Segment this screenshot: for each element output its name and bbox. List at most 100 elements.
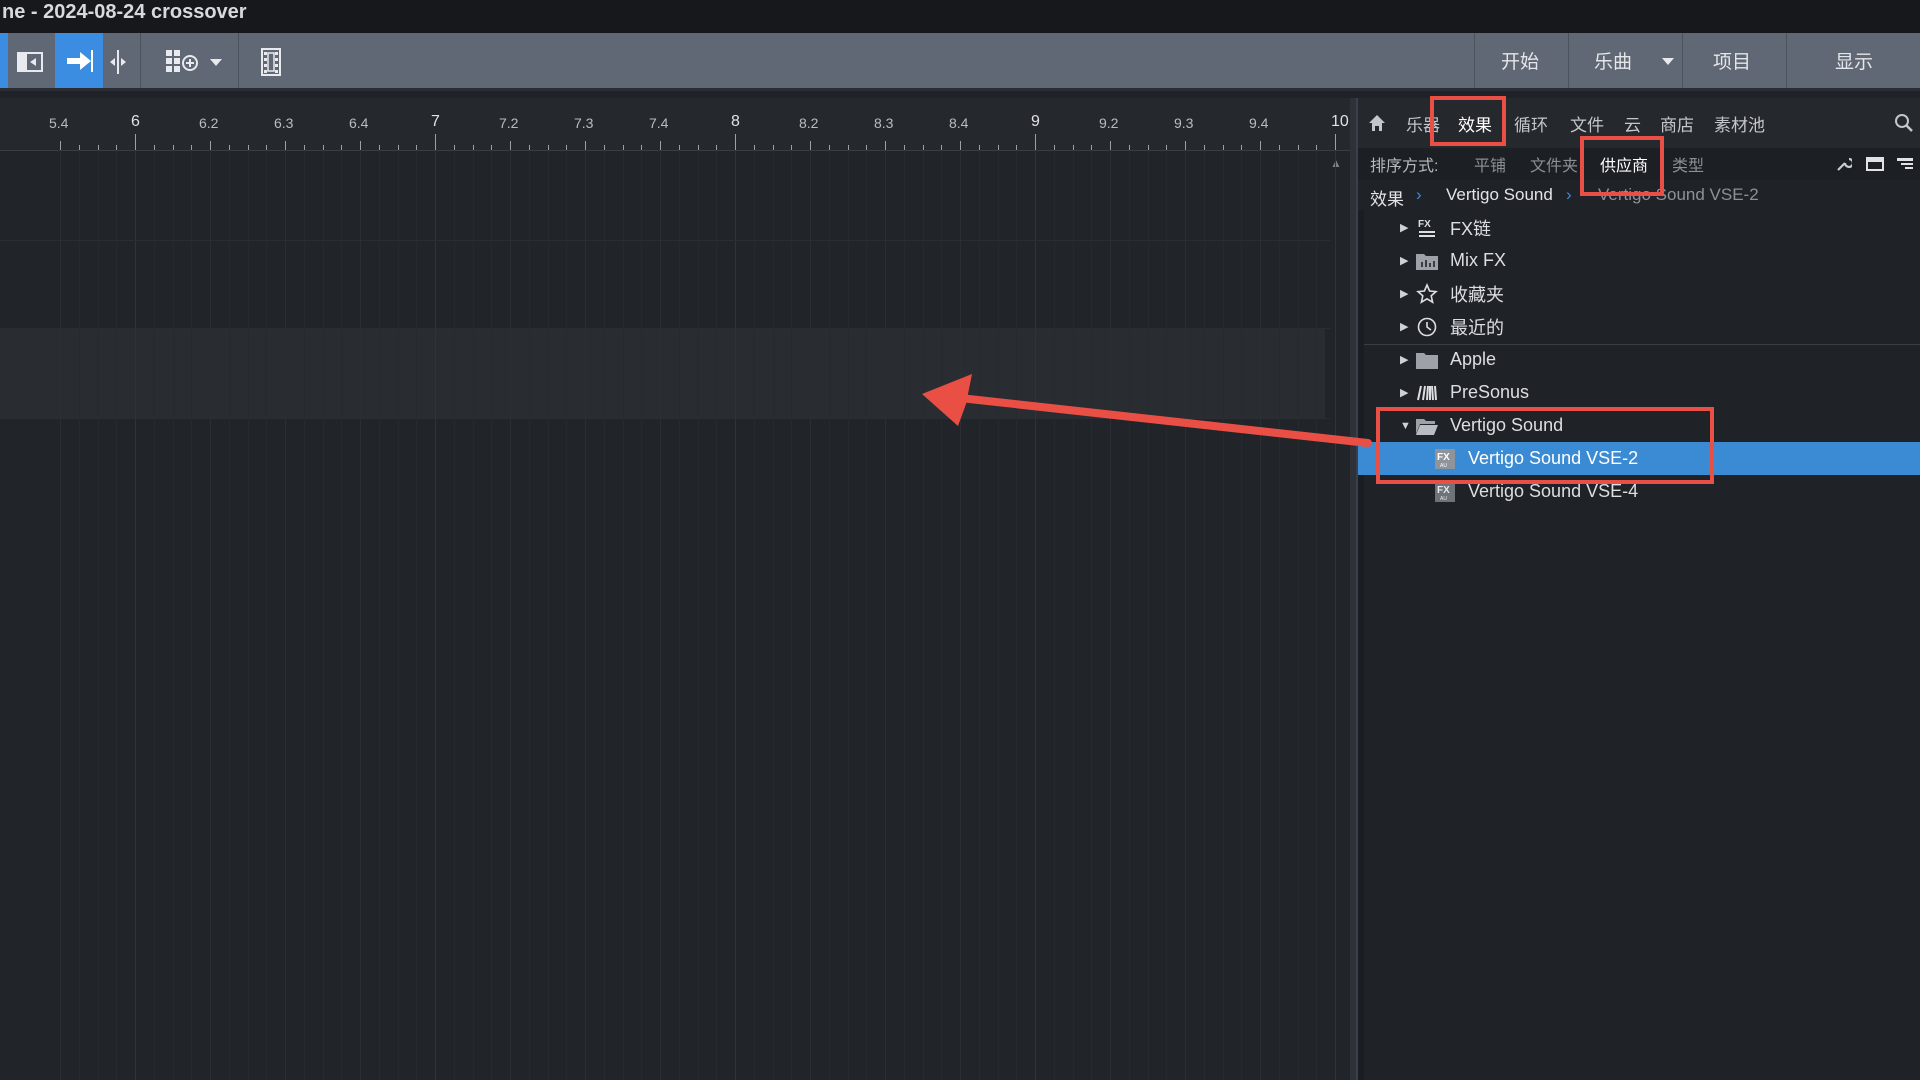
menu-song[interactable]: 乐曲 <box>1570 33 1656 88</box>
tab-effects[interactable]: 效果 <box>1458 108 1492 138</box>
ruler-tick <box>285 141 286 150</box>
grid-line <box>1091 150 1093 1080</box>
ruler-tick <box>1185 141 1186 150</box>
clip-icon[interactable] <box>12 40 48 84</box>
grid-line <box>810 150 811 1080</box>
grid-line <box>1241 150 1243 1080</box>
breadcrumb-item[interactable]: Vertigo Sound VSE-2 <box>1598 185 1759 205</box>
grid-line <box>716 150 718 1080</box>
tab-pool[interactable]: 素材池 <box>1714 108 1765 138</box>
clock-icon <box>1414 316 1440 338</box>
tab-store[interactable]: 商店 <box>1660 108 1694 138</box>
grid-line <box>697 150 699 1080</box>
grid-line <box>1316 150 1318 1080</box>
grid-line <box>847 150 849 1080</box>
tree-item-favorites[interactable]: ▶ 收藏夹 <box>1358 277 1920 310</box>
ruler-tick <box>735 134 736 150</box>
grid-line <box>547 150 549 1080</box>
ruler-tick <box>1110 141 1111 150</box>
tab-loops[interactable]: 循环 <box>1514 108 1548 138</box>
ruler-label: 6.4 <box>349 115 369 131</box>
search-icon[interactable] <box>1894 108 1918 138</box>
grid-line <box>922 150 924 1080</box>
ruler-tick <box>660 141 661 150</box>
menu-start[interactable]: 开始 <box>1474 33 1566 88</box>
expand-arrow-icon[interactable]: ▶ <box>1400 287 1408 300</box>
ruler-label: 5.4 <box>49 115 69 131</box>
menu-show[interactable]: 显示 <box>1806 33 1902 88</box>
tree-item-label: Vertigo Sound VSE-4 <box>1468 481 1639 501</box>
toolbar-separator <box>238 33 239 88</box>
grid-line <box>997 150 999 1080</box>
breadcrumb-item[interactable]: Vertigo Sound <box>1446 185 1553 205</box>
grid-line <box>566 150 568 1080</box>
tree-item-label: PreSonus <box>1450 382 1530 402</box>
timeline-ruler[interactable]: 5.4 6 6.2 6.3 6.4 7 7.2 7.3 7.4 8 8.2 8.3 8.4 9 9.2 9.3… <box>0 98 1350 151</box>
grid-line <box>491 150 493 1080</box>
grid-line <box>1110 150 1111 1080</box>
sort-type[interactable]: 类型 <box>1672 152 1704 176</box>
track-separator <box>0 240 1330 241</box>
tree-item-recent[interactable]: ▶ 最近的 <box>1358 310 1920 343</box>
expand-arrow-icon[interactable]: ▶ <box>1400 320 1408 333</box>
tab-files[interactable]: 文件 <box>1570 108 1604 138</box>
window-title: ne - 2024-08-24 crossover <box>0 0 1920 33</box>
tab-cloud[interactable]: 云 <box>1624 108 1641 138</box>
tree-item-vse-4[interactable]: FX AU Vertigo Sound VSE-4 <box>1358 475 1920 508</box>
breadcrumb-item[interactable]: 效果 <box>1370 185 1404 210</box>
sort-tile[interactable]: 平铺 <box>1474 152 1506 176</box>
open-folder-icon <box>1414 415 1440 437</box>
single-view-icon[interactable] <box>1866 152 1884 176</box>
tree-item-presonus[interactable]: ▶ PreSonus <box>1358 376 1920 409</box>
wrench-icon[interactable] <box>1836 152 1852 176</box>
home-icon[interactable] <box>1368 108 1392 138</box>
arrow-right-tool-icon[interactable] <box>55 33 103 88</box>
grid-line <box>978 150 980 1080</box>
tree-item-label: 最近的 <box>1450 317 1504 338</box>
grid-line <box>191 150 193 1080</box>
tree-item-vse-2[interactable]: FX AU Vertigo Sound VSE-2 <box>1358 442 1920 475</box>
tree-item-label: FX链 <box>1450 218 1492 239</box>
tree-item-vertigo-sound[interactable]: ▼ Vertigo Sound <box>1358 409 1920 442</box>
menu-project[interactable]: 项目 <box>1684 33 1780 88</box>
grid-line <box>247 150 249 1080</box>
grid-line <box>772 150 774 1080</box>
scroll-up-icon[interactable]: ▲ <box>1330 156 1344 170</box>
toolbar-separator <box>1786 33 1787 88</box>
grid-line <box>116 150 118 1080</box>
expand-arrow-icon[interactable]: ▶ <box>1400 353 1408 366</box>
browser-tabs: 乐器 效果 循环 文件 云 商店 素材池 <box>1358 98 1920 148</box>
chevron-down-icon[interactable] <box>206 40 226 84</box>
tree-item-fx-chain[interactable]: ▶ FX FX链 <box>1358 211 1920 244</box>
svg-text:FX: FX <box>1437 452 1450 463</box>
tab-instruments[interactable]: 乐器 <box>1406 108 1440 138</box>
split-tool-icon[interactable] <box>106 40 130 84</box>
grid-line <box>622 150 624 1080</box>
sort-folder[interactable]: 文件夹 <box>1530 152 1578 176</box>
grid-line <box>341 150 343 1080</box>
expand-arrow-icon[interactable]: ▶ <box>1400 386 1408 399</box>
ruler-label: 9 <box>1031 113 1040 130</box>
video-film-icon[interactable] <box>256 40 286 84</box>
grid-line <box>1260 150 1261 1080</box>
sort-vendor[interactable]: 供应商 <box>1600 152 1648 176</box>
ruler-label: 8 <box>731 113 740 130</box>
grid-add-icon[interactable] <box>160 40 204 84</box>
list-view-icon[interactable] <box>1896 152 1914 176</box>
selected-track-lane[interactable] <box>0 328 1325 418</box>
expand-arrow-icon[interactable]: ▶ <box>1400 254 1408 267</box>
arrange-timeline[interactable]: 5.4 6 6.2 6.3 6.4 7 7.2 7.3 7.4 8 8.2 8.3 8.4 9 9.2 9.3… <box>0 98 1350 1080</box>
presonus-logo-icon <box>1414 382 1440 404</box>
tree-item-mix-fx[interactable]: ▶ Mix FX <box>1358 244 1920 277</box>
sort-bar: 排序方式: 平铺 文件夹 供应商 类型 <box>1358 148 1920 180</box>
grid-line <box>678 150 680 1080</box>
chevron-down-icon[interactable] <box>1656 33 1680 88</box>
grid-line <box>585 150 586 1080</box>
grid-line <box>1016 150 1018 1080</box>
expand-arrow-icon[interactable]: ▶ <box>1400 221 1408 234</box>
ruler-tick <box>435 134 436 150</box>
collapse-arrow-icon[interactable]: ▼ <box>1400 420 1411 432</box>
grid-line <box>397 150 399 1080</box>
tree-item-apple[interactable]: ▶ Apple <box>1358 343 1920 376</box>
grid-line <box>528 150 530 1080</box>
